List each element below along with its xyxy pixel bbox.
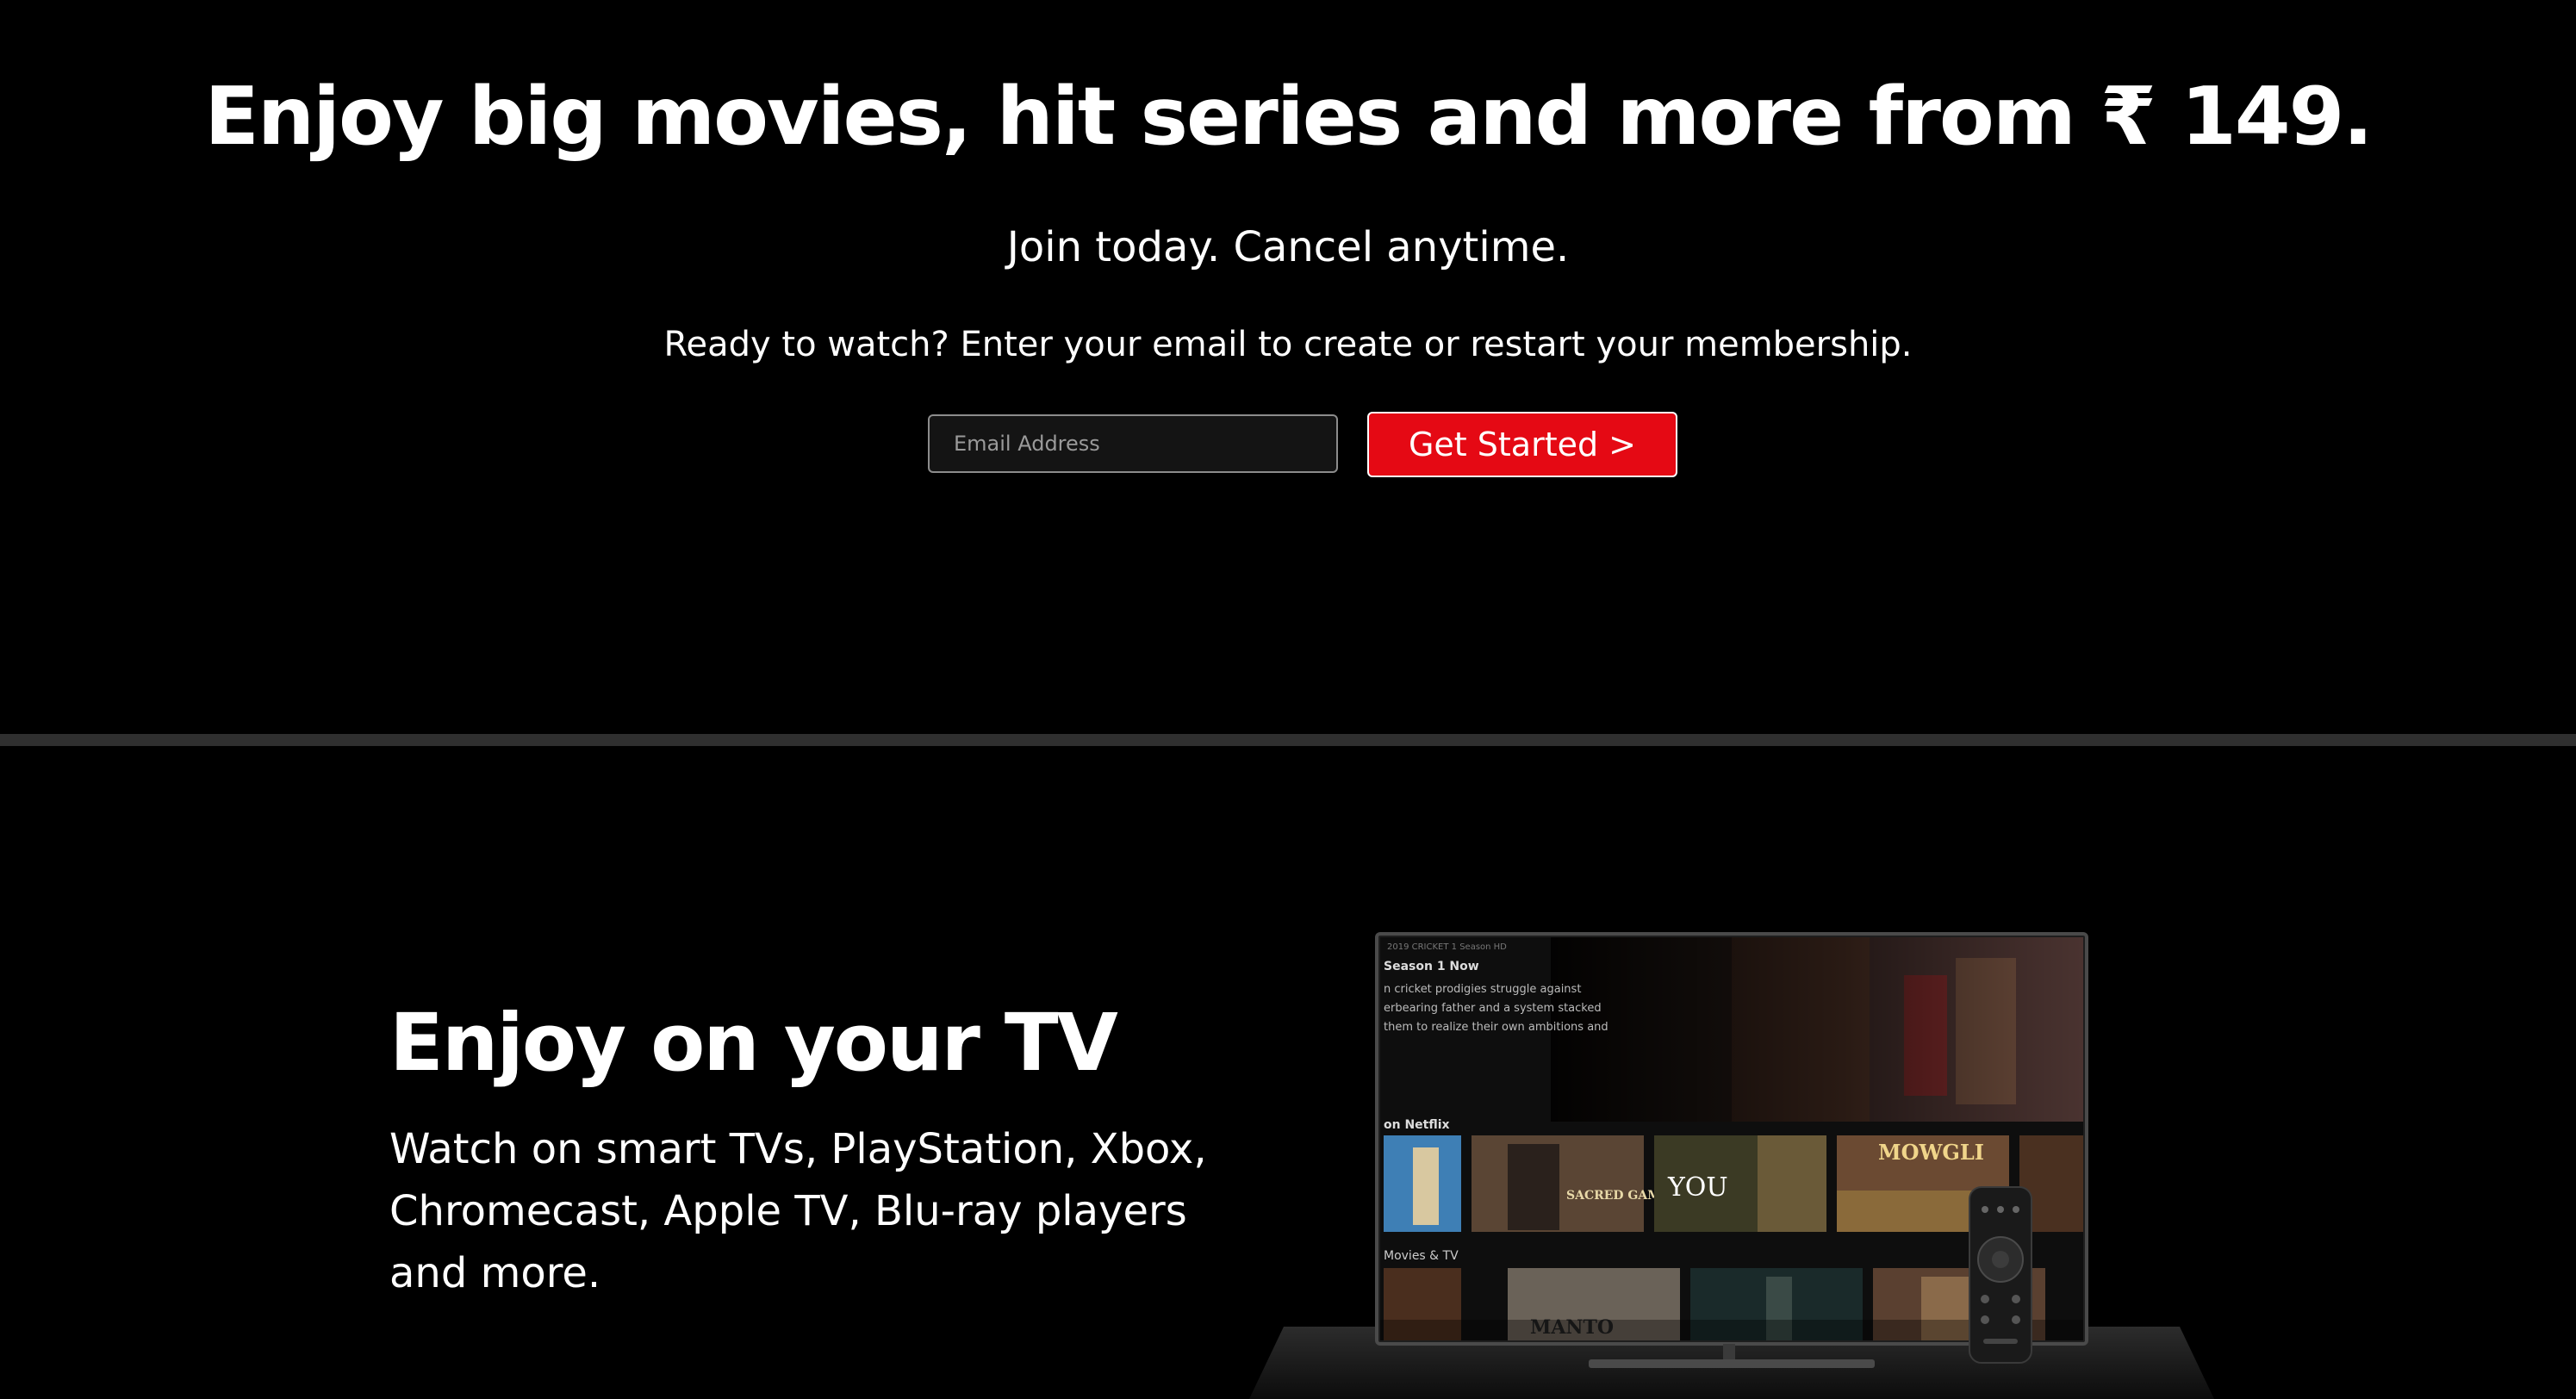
tv-image: 2019 CRICKET 1 Season HD Season 1 Now n … <box>1249 932 2214 1399</box>
screen-row1-label: on Netflix <box>1384 1118 1450 1132</box>
remote-control-icon <box>1969 1186 2032 1364</box>
screen-season-label: Season 1 Now <box>1384 960 1479 973</box>
tv-feature-section: Enjoy on your TV Watch on smart TVs, Pla… <box>0 746 2576 1399</box>
screen-row2-label: Movies & TV <box>1384 1249 1459 1263</box>
screen-synopsis-2: erbearing father and a system stacked <box>1384 1002 1602 1015</box>
hero-title: Enjoy big movies, hit series and more fr… <box>204 70 2373 163</box>
screen-top-bar: 2019 CRICKET 1 Season HD <box>1387 942 1507 952</box>
hero-section: Enjoy big movies, hit series and more fr… <box>0 0 2576 734</box>
tv-stand-base <box>1589 1359 1875 1368</box>
hero-subtitle: Join today. Cancel anytime. <box>1006 223 1570 271</box>
email-input[interactable] <box>928 414 1338 473</box>
feature-title: Enjoy on your TV <box>389 997 1118 1089</box>
hero-cta-text: Ready to watch? Enter your email to crea… <box>663 325 1913 364</box>
screen-tile-title: MOWGLI <box>1878 1140 1984 1165</box>
tv-illustration: 2019 CRICKET 1 Season HD Season 1 Now n … <box>1249 915 2214 1399</box>
screen-tile-title: YOU <box>1667 1172 1728 1203</box>
get-started-button[interactable]: Get Started > <box>1367 412 1677 477</box>
feature-description: Watch on smart TVs, PlayStation, Xbox, C… <box>389 1125 1207 1297</box>
screen-synopsis-1: n cricket prodigies struggle against <box>1384 983 1581 996</box>
section-divider <box>0 734 2576 746</box>
screen-synopsis-3: them to realize their own ambitions and <box>1384 1021 1608 1034</box>
